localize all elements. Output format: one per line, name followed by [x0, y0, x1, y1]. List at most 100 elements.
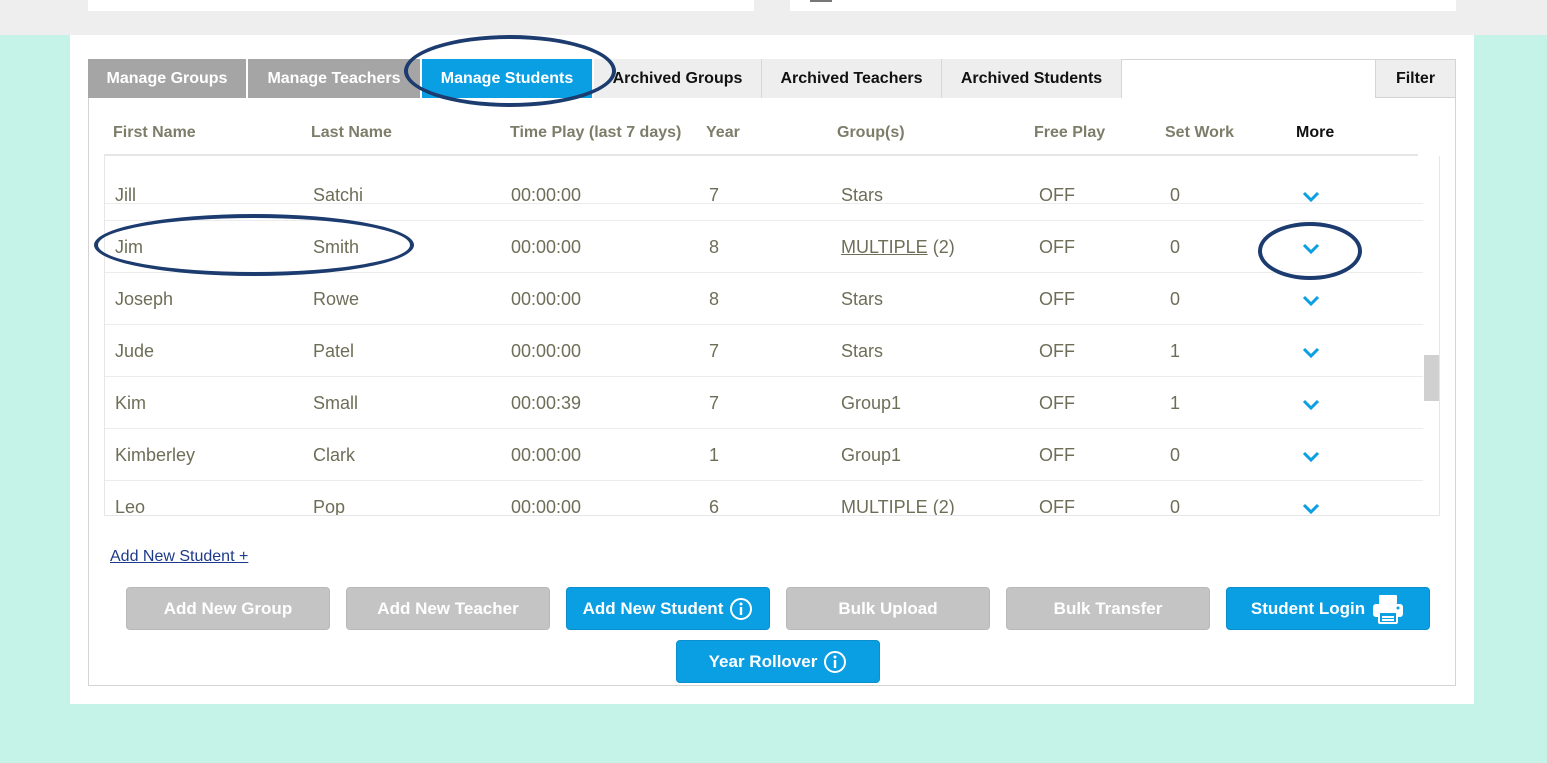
- chevron-down-icon[interactable]: [1301, 342, 1321, 362]
- info-icon[interactable]: [823, 650, 847, 674]
- tab-archived-groups[interactable]: Archived Groups: [594, 59, 762, 98]
- filter-button[interactable]: Filter: [1375, 59, 1456, 98]
- tab-manage-students[interactable]: Manage Students: [422, 59, 594, 98]
- button-label: Bulk Transfer: [1053, 598, 1163, 618]
- set-work-cell: 0: [1170, 184, 1181, 205]
- group-cell: Group1: [841, 444, 902, 465]
- last-name-cell: Satchi: [313, 184, 364, 205]
- table-row: Kim Small 00:00:39 7 Group1 OFF 1: [105, 377, 1423, 429]
- column-header[interactable]: Free Play: [1034, 124, 1105, 142]
- year-cell: 8: [709, 236, 720, 257]
- tab-archived-students[interactable]: Archived Students: [942, 59, 1122, 98]
- group-count: (2): [932, 236, 955, 257]
- chevron-down-icon[interactable]: [1301, 394, 1321, 414]
- year-cell: 7: [709, 392, 720, 413]
- column-header[interactable]: Group(s): [837, 124, 905, 142]
- time-play-cell: 00:00:00: [511, 184, 582, 205]
- printer-icon: [1373, 594, 1404, 624]
- last-name-cell: Rowe: [313, 288, 360, 309]
- chevron-down-icon[interactable]: [1301, 498, 1321, 516]
- last-name-cell: Pop: [313, 496, 346, 516]
- column-header[interactable]: Time Play (last 7 days): [510, 124, 681, 142]
- table-row: Jude Patel 00:00:00 7 Stars OFF 1: [105, 325, 1423, 377]
- group-cell: MULTIPLE (2): [841, 221, 955, 273]
- add-teacher-button[interactable]: Add New Teacher: [346, 587, 550, 630]
- table-row: Jim Smith 00:00:00 8 MULTIPLE (2) OFF 0: [105, 221, 1423, 273]
- add-new-student-link[interactable]: Add New Student +: [110, 548, 248, 566]
- student-table-body[interactable]: Jill Satchi 00:00:00 7 Stars OFF 0 Jim S…: [104, 156, 1440, 516]
- first-name-cell: Kimberley: [115, 444, 196, 465]
- scrollbar-thumb[interactable]: [1424, 355, 1439, 401]
- button-label: Add New Group: [163, 598, 293, 618]
- set-work-cell: 1: [1170, 392, 1181, 413]
- bulk-transfer-button[interactable]: Bulk Transfer: [1006, 587, 1210, 630]
- time-play-cell: 00:00:00: [511, 236, 582, 257]
- tab-archived-teachers[interactable]: Archived Teachers: [762, 59, 942, 98]
- column-header[interactable]: First Name: [113, 124, 196, 142]
- table-row: Jill Satchi 00:00:00 7 Stars OFF 0: [105, 169, 1423, 221]
- top-strip: [0, 0, 1547, 35]
- free-play-cell[interactable]: OFF: [1039, 273, 1075, 325]
- column-header[interactable]: Year: [706, 124, 740, 142]
- free-play-cell[interactable]: OFF: [1039, 325, 1075, 377]
- student-login-button[interactable]: Student Login: [1226, 587, 1430, 630]
- chevron-down-icon[interactable]: [1301, 238, 1321, 258]
- first-name-cell: Jude: [115, 340, 155, 361]
- manage-panel: Manage Groups Manage Teachers Manage Stu…: [70, 35, 1474, 704]
- first-name-cell: Joseph: [115, 288, 174, 309]
- group-cell: Stars: [841, 340, 884, 361]
- set-work-cell: 1: [1170, 340, 1181, 361]
- year-cell: 6: [709, 496, 720, 516]
- info-icon[interactable]: [729, 597, 753, 621]
- tab-manage-teachers[interactable]: Manage Teachers: [248, 59, 422, 98]
- time-play-cell: 00:00:00: [511, 444, 582, 465]
- last-name-cell: Small: [313, 392, 359, 413]
- top-card-right: [790, 0, 1456, 11]
- chevron-down-icon[interactable]: [1301, 290, 1321, 310]
- group-cell: Stars: [841, 184, 884, 205]
- group-count: (2): [932, 496, 955, 516]
- last-name-cell: Clark: [313, 444, 356, 465]
- bulk-upload-button[interactable]: Bulk Upload: [786, 587, 990, 630]
- time-play-cell: 00:00:39: [511, 392, 582, 413]
- free-play-cell[interactable]: OFF: [1039, 169, 1075, 221]
- free-play-cell[interactable]: OFF: [1039, 377, 1075, 429]
- year-cell: 1: [709, 444, 720, 465]
- button-label: Bulk Upload: [838, 598, 938, 618]
- first-name-cell: Jill: [115, 184, 136, 205]
- column-header[interactable]: Last Name: [311, 124, 392, 142]
- button-label: Add New Student: [582, 598, 724, 618]
- multiple-groups-link[interactable]: MULTIPLE: [841, 237, 928, 258]
- set-work-cell: 0: [1170, 288, 1181, 309]
- set-work-cell: 0: [1170, 444, 1181, 465]
- tab-manage-groups[interactable]: Manage Groups: [88, 59, 248, 98]
- add-group-button[interactable]: Add New Group: [126, 587, 330, 630]
- tab-bar: Manage Groups Manage Teachers Manage Stu…: [88, 59, 1122, 98]
- column-header[interactable]: Set Work: [1165, 124, 1234, 142]
- set-work-cell: 0: [1170, 236, 1181, 257]
- group-cell: MULTIPLE (2): [841, 481, 955, 516]
- button-label: Student Login: [1250, 598, 1366, 618]
- button-label: Year Rollover: [708, 651, 818, 671]
- last-name-cell: Patel: [313, 340, 355, 361]
- free-play-cell[interactable]: OFF: [1039, 481, 1075, 516]
- year-cell: 7: [709, 184, 720, 205]
- first-name-cell: Leo: [115, 496, 146, 516]
- time-play-cell: 00:00:00: [511, 288, 582, 309]
- year-cell: 7: [709, 340, 720, 361]
- multiple-groups-text[interactable]: MULTIPLE: [841, 497, 928, 516]
- free-play-cell[interactable]: OFF: [1039, 429, 1075, 481]
- year-rollover-button[interactable]: Year Rollover: [676, 640, 880, 683]
- free-play-cell[interactable]: OFF: [1039, 221, 1075, 273]
- table-row: Kimberley Clark 00:00:00 1 Group1 OFF 0: [105, 429, 1423, 481]
- card-icon: [810, 0, 832, 2]
- chevron-down-icon[interactable]: [1301, 446, 1321, 466]
- set-work-cell: 0: [1170, 496, 1181, 516]
- time-play-cell: 00:00:00: [511, 340, 582, 361]
- add-student-button[interactable]: Add New Student: [566, 587, 770, 630]
- first-name-cell: Kim: [115, 392, 146, 413]
- year-cell: 8: [709, 288, 720, 309]
- table-header: First Name Last Name Time Play (last 7 d…: [104, 115, 1418, 156]
- group-cell: Group1: [841, 392, 902, 413]
- chevron-down-icon[interactable]: [1301, 186, 1321, 206]
